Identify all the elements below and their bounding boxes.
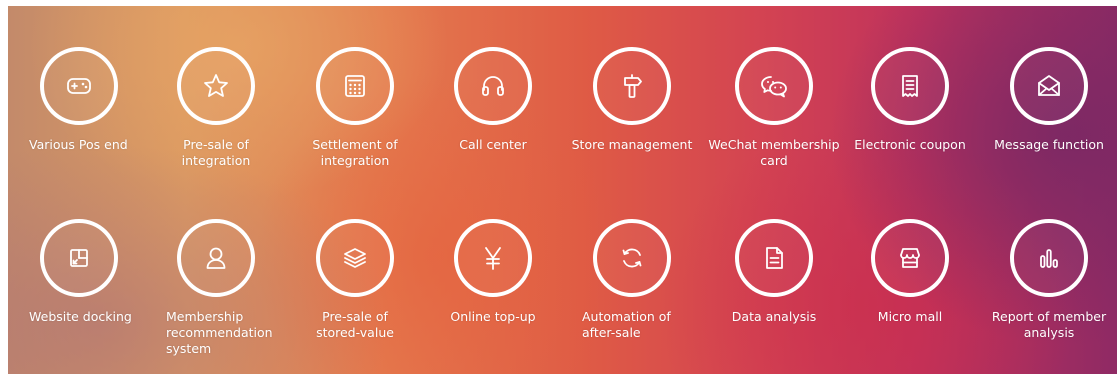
feature-icon-ring bbox=[1010, 219, 1088, 297]
feature-label: Electronic coupon bbox=[854, 137, 966, 152]
feature-label: Micro mall bbox=[877, 309, 943, 324]
feature-label: Data analysis bbox=[731, 309, 817, 324]
feature-icon-ring bbox=[454, 47, 532, 125]
feature-label: Pre-sale of stored-value bbox=[316, 309, 394, 340]
features-banner: Various Pos end Pre-sale of integration S… bbox=[8, 6, 1117, 374]
bar-chart-icon bbox=[1040, 249, 1058, 268]
feature-label: Pre-sale of integration bbox=[181, 137, 251, 168]
feature-label: Report of member analysis bbox=[991, 309, 1107, 340]
feature-icon-ring bbox=[316, 47, 394, 125]
feature-label: Various Pos end bbox=[29, 137, 128, 152]
receipt-icon bbox=[902, 75, 918, 97]
signpost-icon bbox=[624, 74, 642, 98]
feature-icon-ring bbox=[871, 219, 949, 297]
feature-label: WeChat membership card bbox=[708, 137, 840, 168]
feature-icon-ring bbox=[316, 219, 394, 297]
feature-label: Website docking bbox=[29, 309, 132, 324]
feature-icon-ring bbox=[177, 219, 255, 297]
headset-icon bbox=[482, 76, 504, 96]
feature-icon-ring bbox=[735, 47, 813, 125]
feature-label: Store management bbox=[571, 137, 693, 152]
envelope-icon bbox=[1038, 75, 1060, 96]
feature-icon-ring bbox=[735, 219, 813, 297]
feature-icon-ring bbox=[871, 47, 949, 125]
feature-icon-ring bbox=[40, 219, 118, 297]
feature-label: Membership recommendation system bbox=[166, 309, 273, 356]
feature-icon-ring bbox=[1010, 47, 1088, 125]
dock-icon bbox=[70, 249, 88, 267]
star-icon bbox=[204, 74, 228, 97]
gamepad-icon bbox=[67, 78, 91, 94]
feature-icon-ring bbox=[40, 47, 118, 125]
feature-label: Automation of after-sale bbox=[582, 309, 671, 340]
yen-icon bbox=[485, 247, 501, 270]
feature-label: Message function bbox=[994, 137, 1104, 152]
feature-label: Call center bbox=[459, 137, 527, 152]
wechat-icon bbox=[761, 76, 787, 98]
feature-icon-ring bbox=[593, 219, 671, 297]
document-icon bbox=[766, 247, 783, 269]
shop-icon bbox=[900, 248, 920, 268]
feature-icon-ring bbox=[177, 47, 255, 125]
feature-icon-ring bbox=[593, 47, 671, 125]
layers-icon bbox=[344, 248, 366, 268]
feature-label: Settlement of integration bbox=[312, 137, 398, 168]
user-icon bbox=[206, 247, 226, 269]
calculator-icon bbox=[345, 75, 365, 97]
refresh-icon bbox=[622, 248, 642, 268]
feature-icon-ring bbox=[454, 219, 532, 297]
feature-label: Online top-up bbox=[450, 309, 536, 324]
